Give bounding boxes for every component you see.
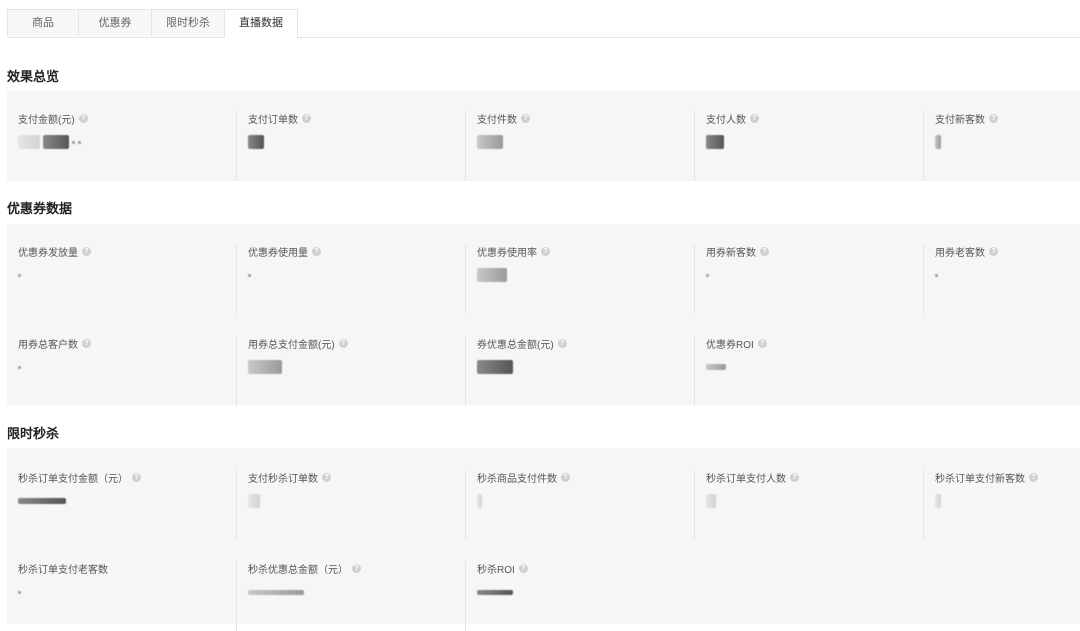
metric-label: 秒杀订单支付老客数 (18, 565, 108, 576)
metric-label: 用券总支付金额(元) (248, 340, 335, 351)
help-icon[interactable]: ? (312, 247, 321, 256)
metric-pay-orders: 支付订单数? (236, 111, 466, 181)
help-icon[interactable]: ? (757, 339, 767, 348)
metric-value-redacted (477, 492, 482, 510)
metric-value-redacted (706, 133, 724, 151)
metric-label: 优惠券ROI (706, 340, 754, 351)
metric-flash-pay-amount: 秒杀订单支付金额（元）? (7, 470, 236, 540)
help-icon[interactable]: ? (557, 339, 567, 348)
metric-flash-pay-orders: 支付秒杀订单数? (236, 470, 466, 540)
metric-pay-users: 支付人数? (694, 111, 924, 181)
metric-label: 支付件数 (477, 115, 517, 126)
metric-label: 支付新客数 (935, 115, 985, 126)
metric-value-redacted (18, 583, 21, 601)
help-icon[interactable]: ? (518, 564, 528, 573)
metric-pay-amount: 支付金额(元)? (7, 111, 236, 181)
help-icon[interactable]: ? (989, 114, 998, 123)
tab-live-data[interactable]: 直播数据 (224, 9, 298, 38)
metric-value-redacted (248, 583, 304, 601)
metric-coupon-total-pay-amount: 用券总支付金额(元)? (236, 336, 466, 406)
metric-value-redacted (18, 133, 81, 151)
metric-flash-new-customers: 秒杀订单支付新客数? (923, 470, 1080, 540)
section-title-overview: 效果总览 (7, 69, 60, 84)
help-icon[interactable]: ? (78, 114, 88, 123)
help-icon[interactable]: ? (1029, 473, 1038, 482)
metric-label: 券优惠总金额(元) (477, 340, 554, 351)
tab-goods[interactable]: 商品 (7, 9, 79, 36)
metric-label: 秒杀订单支付新客数 (935, 474, 1025, 485)
metric-flash-pay-items: 秒杀商品支付件数? (465, 470, 695, 540)
metric-value-redacted (248, 266, 251, 284)
metric-coupon-discount-amount: 券优惠总金额(元)? (465, 336, 695, 406)
metric-pay-items: 支付件数? (465, 111, 695, 181)
metric-value-redacted (477, 266, 507, 284)
metric-value-redacted (477, 358, 513, 376)
metric-pay-new-customers: 支付新客数? (923, 111, 1080, 181)
metric-flash-discount-amount: 秒杀优惠总金额（元）? (236, 561, 466, 631)
help-icon[interactable]: ? (132, 473, 141, 482)
metric-label: 秒杀优惠总金额（元） (248, 565, 348, 576)
metric-value-redacted (18, 358, 21, 376)
metric-value-redacted (248, 358, 282, 376)
metric-label: 秒杀订单支付人数 (706, 474, 786, 485)
metric-value-redacted (248, 133, 264, 151)
tab-coupon[interactable]: 优惠券 (78, 9, 152, 36)
help-icon[interactable]: ? (338, 339, 348, 348)
help-icon[interactable]: ? (82, 339, 91, 348)
metric-label: 支付秒杀订单数 (248, 474, 318, 485)
help-icon[interactable]: ? (521, 114, 530, 123)
metric-value-redacted (18, 266, 21, 284)
metric-coupon-roi: 优惠券ROI? (694, 336, 924, 406)
help-icon[interactable]: ? (790, 473, 799, 482)
metric-label: 支付人数 (706, 115, 746, 126)
metric-coupon-used: 优惠券使用量? (236, 244, 466, 314)
metric-value-redacted (477, 583, 513, 601)
tab-flash-sale[interactable]: 限时秒杀 (151, 9, 225, 36)
metric-coupon-issued: 优惠券发放量? (7, 244, 236, 314)
metric-label: 秒杀ROI (477, 565, 515, 576)
metric-value-redacted (477, 133, 503, 151)
help-icon[interactable]: ? (352, 564, 361, 573)
metric-coupon-new-customers: 用券新客数? (694, 244, 924, 314)
metric-label: 秒杀订单支付金额（元） (18, 474, 128, 485)
metric-coupon-total-customers: 用券总客户数? (7, 336, 236, 406)
help-icon[interactable]: ? (302, 114, 311, 123)
help-icon[interactable]: ? (561, 473, 570, 482)
help-icon[interactable]: ? (541, 247, 550, 256)
metric-label: 支付订单数 (248, 115, 298, 126)
metric-value-redacted (18, 492, 66, 510)
metric-value-redacted (935, 492, 941, 510)
metric-label: 优惠券使用量 (248, 248, 308, 259)
metric-value-redacted (935, 133, 941, 151)
help-icon[interactable]: ? (760, 247, 769, 256)
metric-value-redacted (706, 492, 716, 510)
metric-value-redacted (706, 358, 726, 376)
tab-bar: 商品 优惠券 限时秒杀 直播数据 (7, 9, 1080, 38)
metric-value-redacted (706, 266, 709, 284)
metric-value-redacted (248, 492, 260, 510)
help-icon[interactable]: ? (750, 114, 759, 123)
metric-label: 优惠券发放量 (18, 248, 78, 259)
metric-coupon-use-rate: 优惠券使用率? (465, 244, 695, 314)
section-title-flash-sale: 限时秒杀 (7, 426, 60, 441)
metric-label: 支付金额(元) (18, 115, 75, 126)
metric-value-redacted (935, 266, 938, 284)
metric-label: 秒杀商品支付件数 (477, 474, 557, 485)
metric-flash-pay-users: 秒杀订单支付人数? (694, 470, 924, 540)
overview-panel: 支付金额(元)? 支付订单数? 支付件数? 支付人数? 支付新客数? (7, 91, 1080, 181)
flash-sale-panel: 秒杀订单支付金额（元）? 支付秒杀订单数? 秒杀商品支付件数? 秒杀订单支付人数… (7, 448, 1080, 631)
coupon-panel: 优惠券发放量? 优惠券使用量? 优惠券使用率? 用券新客数? 用券老客数? 用券… (7, 224, 1080, 406)
metric-label: 优惠券使用率 (477, 248, 537, 259)
metric-flash-old-customers: 秒杀订单支付老客数 (7, 561, 236, 631)
help-icon[interactable]: ? (322, 473, 331, 482)
section-title-coupon: 优惠券数据 (7, 201, 73, 216)
help-icon[interactable]: ? (82, 247, 91, 256)
metric-label: 用券总客户数 (18, 340, 78, 351)
metric-flash-roi: 秒杀ROI? (465, 561, 695, 631)
metric-coupon-old-customers: 用券老客数? (923, 244, 1080, 314)
metric-label: 用券新客数 (706, 248, 756, 259)
metric-label: 用券老客数 (935, 248, 985, 259)
help-icon[interactable]: ? (989, 247, 998, 256)
